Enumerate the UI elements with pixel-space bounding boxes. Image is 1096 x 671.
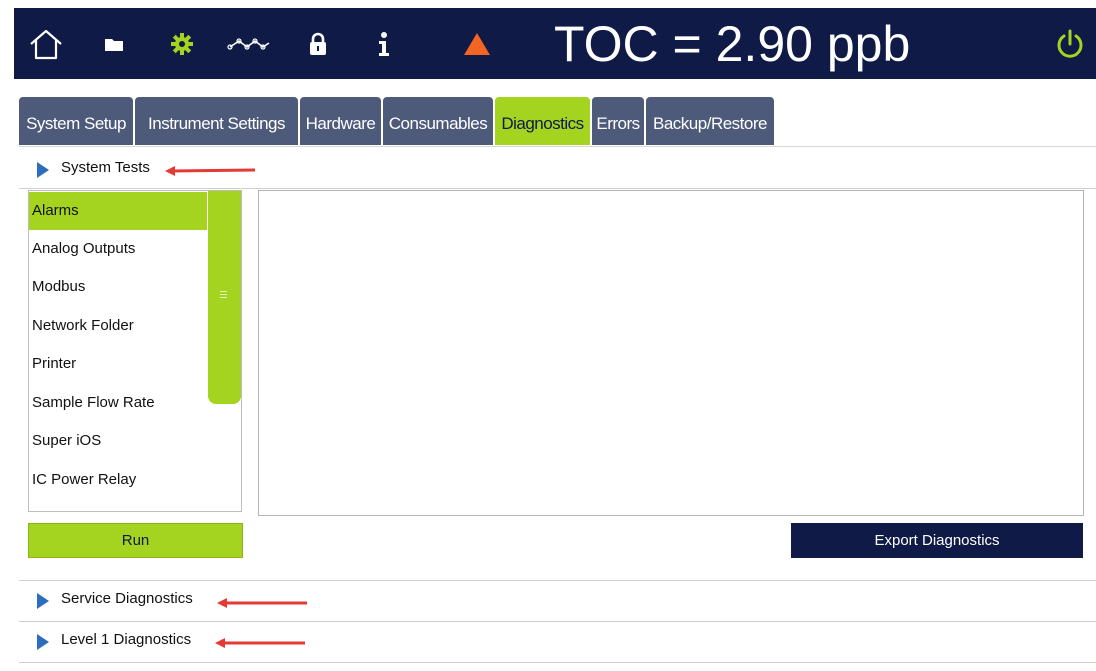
tab-errors[interactable]: Errors [592, 97, 644, 145]
annotation-arrow-icon [217, 598, 307, 608]
system-tests-list[interactable]: Alarms Analog Outputs Modbus Network Fol… [28, 190, 242, 512]
section-title: Level 1 Diagnostics [61, 631, 192, 648]
app-window: TOC = 2.90 ppb System Setup Instrument S… [0, 0, 1096, 671]
section-title: System Tests [61, 159, 150, 176]
tab-backup-restore[interactable]: Backup/Restore [646, 97, 774, 145]
list-item-printer[interactable]: Printer [29, 345, 207, 383]
service-diagnostics-header[interactable]: Service Diagnostics [19, 580, 1096, 622]
list-item-network-folder[interactable]: Network Folder [29, 307, 207, 345]
lock-icon[interactable] [306, 8, 330, 79]
home-icon[interactable] [24, 8, 68, 79]
folder-icon[interactable] [100, 8, 128, 79]
test-output-panel [258, 190, 1084, 516]
export-diagnostics-button[interactable]: Export Diagnostics [791, 523, 1083, 558]
trend-icon[interactable] [226, 8, 272, 79]
annotation-arrow-icon [165, 166, 256, 176]
list-item-modbus[interactable]: Modbus [29, 268, 207, 306]
annotation-arrow-icon [215, 638, 305, 648]
list-item-alarms[interactable]: Alarms [29, 192, 207, 230]
gear-icon[interactable] [168, 8, 196, 79]
system-tests-header[interactable]: System Tests [19, 150, 1096, 189]
info-icon[interactable] [372, 8, 396, 79]
tab-instrument-settings[interactable]: Instrument Settings [135, 97, 298, 145]
expand-triangle-icon [37, 162, 49, 178]
expand-triangle-icon [37, 634, 49, 650]
list-item-sample-flow-rate[interactable]: Sample Flow Rate [29, 384, 207, 422]
tab-diagnostics[interactable]: Diagnostics [495, 97, 590, 145]
tab-system-setup[interactable]: System Setup [19, 97, 133, 145]
warning-icon[interactable] [462, 8, 492, 79]
scroll-grip-icon [220, 291, 227, 300]
section-title: Service Diagnostics [61, 590, 193, 607]
list-item-analog-outputs[interactable]: Analog Outputs [29, 230, 207, 268]
list-item-super-ios[interactable]: Super iOS [29, 422, 207, 460]
settings-tabs: System Setup Instrument Settings Hardwar… [19, 97, 776, 147]
tab-hardware[interactable]: Hardware [300, 97, 381, 145]
toc-reading: TOC = 2.90 ppb [554, 16, 911, 72]
tab-consumables[interactable]: Consumables [383, 97, 493, 145]
expand-triangle-icon [37, 593, 49, 609]
list-scrollbar[interactable] [208, 191, 241, 404]
level1-diagnostics-header[interactable]: Level 1 Diagnostics [19, 622, 1096, 663]
top-bar: TOC = 2.90 ppb [14, 8, 1096, 79]
list-item-ic-power-relay[interactable]: IC Power Relay [29, 461, 207, 499]
power-icon[interactable] [1052, 8, 1088, 79]
tab-divider [19, 146, 1096, 147]
run-button[interactable]: Run [28, 523, 243, 558]
